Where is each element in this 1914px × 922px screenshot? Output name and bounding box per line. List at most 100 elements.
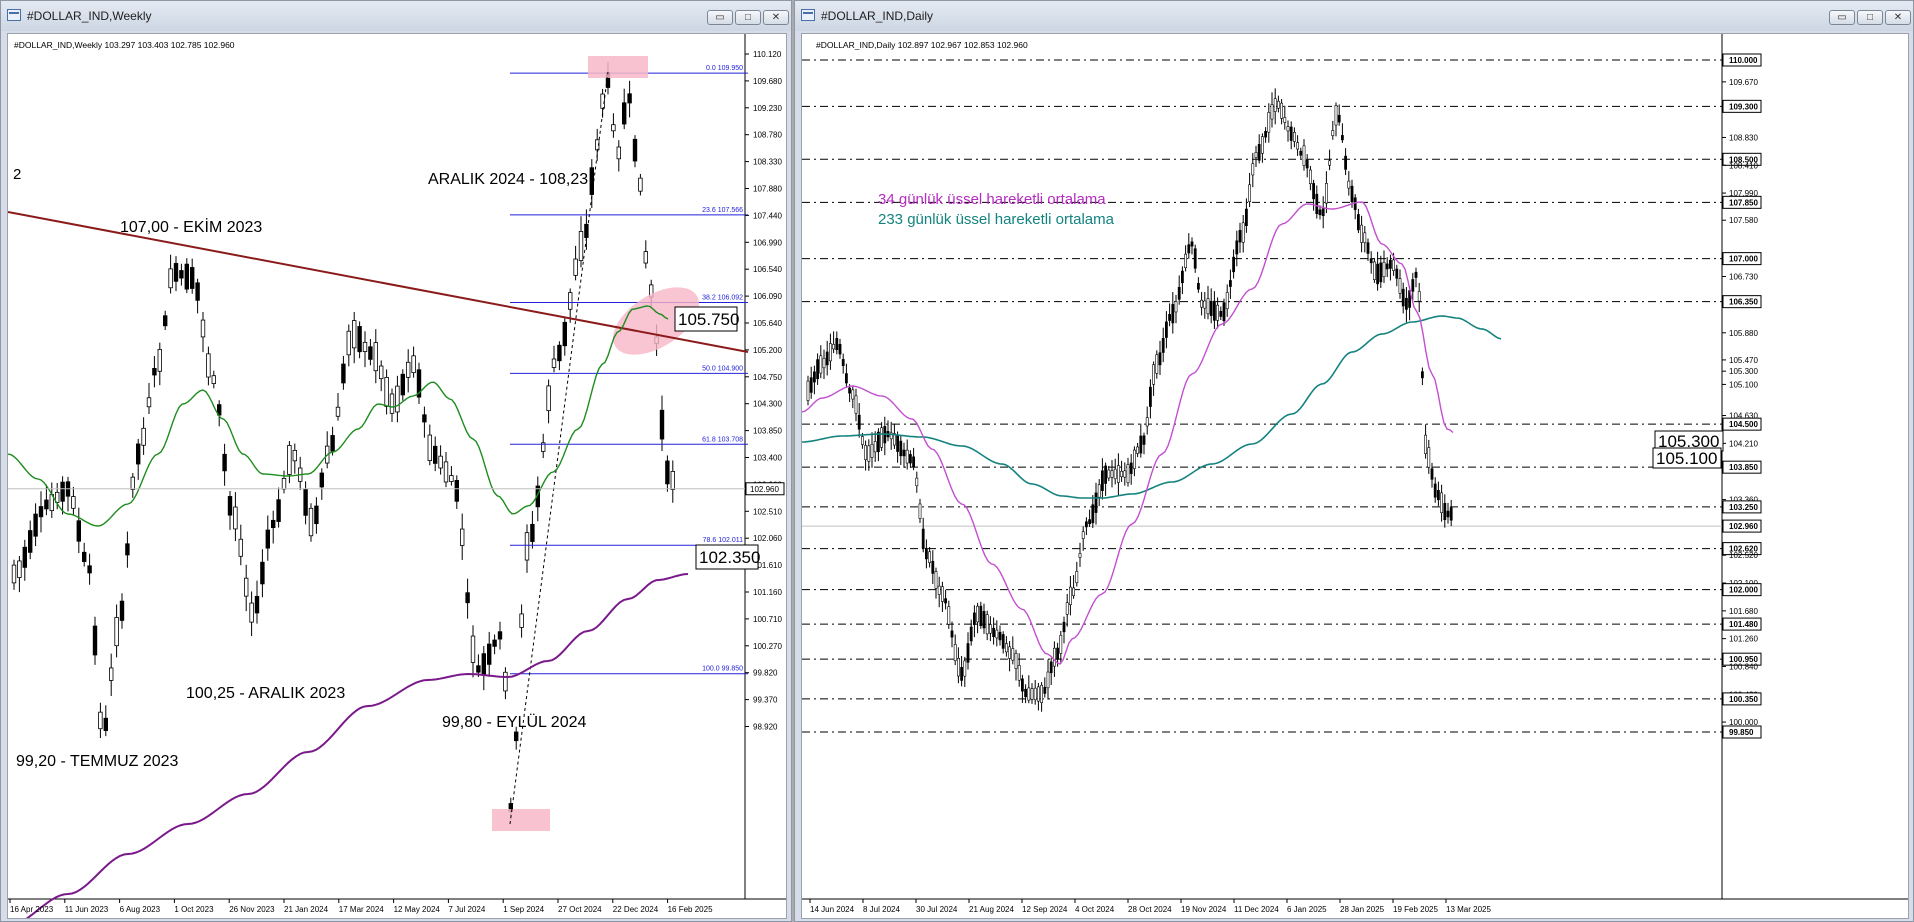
time-label: 11 Jun 2023 — [65, 905, 109, 914]
bear-candle — [1088, 519, 1092, 525]
time-label: 19 Feb 2025 — [1393, 905, 1438, 914]
price-label: 105.880 — [1729, 329, 1758, 338]
bull-candle — [551, 358, 557, 368]
bull-candle — [292, 449, 297, 462]
price-label: 104.500 — [1729, 420, 1758, 429]
time-label: 8 Jul 2024 — [863, 905, 900, 914]
bear-candle — [222, 453, 227, 472]
current-price-label: 102.960 — [750, 485, 779, 494]
bull-candle — [864, 445, 868, 460]
bull-candle — [1417, 291, 1421, 302]
time-label: 1 Sep 2024 — [503, 905, 544, 914]
bear-candle — [486, 643, 492, 665]
bull-candle — [287, 445, 292, 475]
bull-candle — [1334, 105, 1338, 126]
daily-chart-area[interactable]: 110.000 109.670 109.300 108.830 108.500 108.4… — [801, 33, 1909, 919]
bull-candle — [1116, 465, 1120, 483]
legend-ema233: 233 günlük üssel hareketli ortalama — [878, 211, 1115, 228]
bear-candle — [189, 267, 195, 289]
bear-candle — [1414, 271, 1418, 278]
bull-candle — [1251, 163, 1255, 176]
bull-candle — [819, 355, 823, 374]
bull-candle — [670, 471, 675, 490]
chart-window-icon — [801, 9, 815, 21]
bear-candle — [276, 499, 281, 522]
annotation-aralik-2023: 100,25 - ARALIK 2023 — [186, 685, 345, 702]
maximize-button[interactable]: □ — [735, 10, 761, 25]
bull-candle — [1011, 648, 1015, 661]
bull-candle — [873, 441, 877, 453]
bull-candle — [1270, 104, 1274, 120]
bull-candle — [1308, 169, 1312, 185]
bull-candle — [1033, 687, 1037, 701]
maximize-button[interactable]: □ — [1857, 10, 1883, 25]
time-label: 4 Oct 2024 — [1075, 905, 1115, 914]
bull-candle — [989, 624, 992, 634]
bear-candle — [1171, 304, 1175, 324]
price-label: 108.410 — [1729, 161, 1758, 170]
bear-candle — [1401, 288, 1405, 307]
time-label: 28 Jan 2025 — [1340, 905, 1385, 914]
bear-candle — [1238, 230, 1242, 243]
bull-candle — [1126, 464, 1130, 484]
price-label: 104.210 — [1729, 439, 1758, 448]
bull-candle — [937, 585, 941, 595]
top-highlight — [588, 56, 648, 78]
bull-candle — [870, 443, 874, 458]
fib-level-label: 100.0 99.850 — [702, 666, 743, 673]
minimize-button[interactable]: ▭ — [707, 10, 733, 25]
bear-candle — [76, 520, 81, 542]
bull-candle — [1014, 653, 1018, 670]
close-button[interactable]: ✕ — [763, 10, 789, 25]
minimize-button[interactable]: ▭ — [1829, 10, 1855, 25]
bear-candle — [1177, 287, 1181, 300]
title-bar[interactable]: #DOLLAR_IND,Weekly ▭ □ ✕ — [1, 1, 791, 31]
bull-candle — [1382, 261, 1386, 278]
bear-candle — [481, 653, 486, 676]
daily-chart-svg[interactable]: 110.000109.670109.300108.830108.500108.4… — [802, 34, 1908, 918]
bear-candle — [195, 282, 200, 301]
bear-candle — [969, 626, 973, 642]
price-label: 109.680 — [753, 77, 782, 86]
bear-candle — [816, 359, 820, 380]
bear-candle — [622, 102, 627, 125]
bull-candle — [238, 538, 243, 557]
price-label: 108.330 — [753, 158, 782, 167]
bear-candle — [809, 377, 813, 393]
bear-candle — [973, 612, 976, 625]
bull-candle — [1292, 132, 1296, 142]
bull-candle — [1068, 586, 1072, 606]
weekly-chart-svg[interactable]: 0.0 109.950 23.6 107.566 38.2 106.092 50.0 … — [8, 34, 786, 918]
bear-candle — [1228, 280, 1232, 287]
close-button[interactable]: ✕ — [1885, 10, 1911, 25]
bear-candle — [1299, 150, 1303, 156]
price-label: 104.750 — [753, 373, 782, 382]
fib-level-label: 61.8 103.708 — [702, 436, 743, 443]
bear-candle — [813, 371, 816, 383]
bull-candle — [1078, 553, 1082, 558]
weekly-chart-area[interactable]: 0.0 109.950 23.6 107.566 38.2 106.092 50.0 … — [7, 33, 787, 919]
bull-candle — [98, 711, 103, 730]
bear-candle — [476, 665, 481, 673]
time-label: 30 Jul 2024 — [916, 905, 958, 914]
side-label: 2 — [13, 166, 21, 183]
bull-candle — [1216, 304, 1220, 321]
bear-candle — [530, 523, 535, 542]
bear-candle — [1436, 490, 1440, 501]
price-label: 102.060 — [753, 534, 782, 543]
title-bar[interactable]: #DOLLAR_IND,Daily ▭ □ ✕ — [795, 1, 1913, 31]
price-label: 99.850 — [1729, 728, 1754, 737]
bull-candle — [985, 614, 989, 635]
bear-candle — [589, 167, 594, 195]
bull-candle — [1107, 469, 1111, 479]
bear-candle — [125, 543, 130, 556]
bear-candle — [1404, 297, 1408, 310]
daily-header-text: #DOLLAR_IND,Daily 102.897 102.967 102.85… — [816, 40, 1028, 50]
bear-candle — [835, 337, 839, 351]
bull-candle — [1328, 160, 1332, 166]
bear-candle — [1212, 300, 1216, 321]
bull-candle — [524, 532, 530, 561]
bear-candle — [1235, 240, 1239, 255]
bear-candle — [992, 627, 996, 637]
bear-candle — [1196, 283, 1200, 290]
